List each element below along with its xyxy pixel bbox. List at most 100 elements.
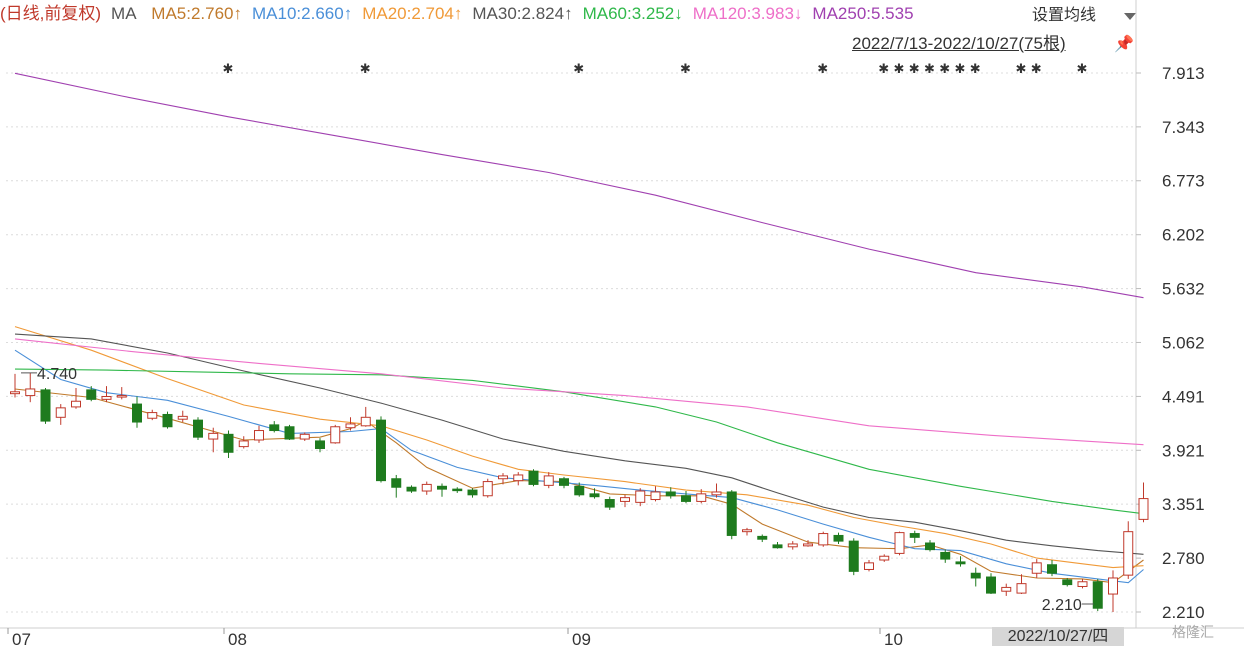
candlestick-chart[interactable]: 7.913 7.343 6.773 6.202 5.632 5.062 4.491 3.921… bbox=[0, 0, 1244, 646]
candle-up bbox=[1077, 581, 1088, 587]
candle-up bbox=[147, 412, 158, 419]
candle-up bbox=[1016, 583, 1027, 594]
candle-down bbox=[86, 389, 97, 400]
y-tick-label: 3.351 bbox=[1162, 495, 1205, 514]
candle-up bbox=[864, 562, 874, 570]
candle-up bbox=[345, 423, 356, 429]
event-marker-icon: ✱ bbox=[1016, 62, 1027, 77]
event-marker-icon: ✱ bbox=[939, 62, 950, 77]
event-marker-icon: ✱ bbox=[909, 62, 920, 77]
annotation-high: 4.740 bbox=[37, 366, 77, 383]
candle-up bbox=[879, 555, 890, 561]
candle-up bbox=[299, 433, 310, 440]
candle-up bbox=[238, 440, 249, 448]
candle-down bbox=[833, 534, 844, 542]
event-marker-icon: ✱ bbox=[924, 62, 935, 77]
candle-up bbox=[421, 483, 432, 492]
ma-line-ma20 bbox=[14, 326, 1144, 569]
candle-down bbox=[406, 486, 417, 492]
y-tick-label: 6.773 bbox=[1162, 172, 1205, 191]
candle-down bbox=[223, 433, 234, 453]
event-marker-icon: ✱ bbox=[360, 62, 371, 77]
candle-down bbox=[452, 488, 463, 492]
candle-up bbox=[25, 388, 36, 397]
candle-down bbox=[391, 478, 402, 488]
candle-up bbox=[71, 400, 81, 408]
candle-up bbox=[116, 395, 127, 398]
candle-down bbox=[909, 533, 920, 538]
y-tick-label: 5.632 bbox=[1162, 280, 1205, 299]
y-tick-label: 7.343 bbox=[1162, 118, 1205, 137]
y-tick-label: 7.913 bbox=[1162, 64, 1205, 83]
event-marker-icon: ✱ bbox=[573, 62, 584, 77]
event-marker-icon: ✱ bbox=[955, 62, 966, 77]
ma-line-ma250 bbox=[14, 72, 1144, 299]
ma-line-ma10 bbox=[14, 349, 1144, 584]
candle-up bbox=[1108, 577, 1118, 595]
event-marker-icon: ✱ bbox=[894, 62, 905, 77]
candle-down bbox=[376, 419, 386, 482]
candle-down bbox=[528, 470, 539, 485]
candle-up bbox=[742, 529, 752, 533]
candle-up bbox=[1031, 562, 1042, 574]
candle-down bbox=[193, 419, 203, 438]
candle-down bbox=[1047, 564, 1057, 574]
candle-down bbox=[665, 491, 676, 497]
candle-up bbox=[650, 491, 661, 501]
watermark-logo: 格隆汇 bbox=[1172, 624, 1214, 640]
candle-up bbox=[177, 415, 188, 420]
candle-down bbox=[132, 403, 142, 423]
candle-down bbox=[925, 542, 935, 551]
candle-up bbox=[894, 532, 905, 554]
crosshair-date-label: 2022/10/27/四 bbox=[992, 627, 1124, 646]
candle-down bbox=[604, 499, 615, 508]
x-tick-label: 10 bbox=[884, 630, 903, 646]
candle-up bbox=[696, 493, 707, 502]
candle-up bbox=[803, 543, 813, 547]
candle-down bbox=[1062, 579, 1073, 586]
candle-up bbox=[55, 407, 66, 418]
candle-down bbox=[559, 478, 569, 486]
candle-up bbox=[1001, 586, 1012, 592]
candle-down bbox=[269, 424, 280, 432]
event-marker-icon: ✱ bbox=[817, 62, 828, 77]
ma-line-ma30 bbox=[14, 333, 1144, 555]
candle-down bbox=[757, 535, 768, 540]
candle-up bbox=[330, 426, 341, 444]
candle-down bbox=[574, 485, 585, 496]
x-tick-label: 09 bbox=[572, 630, 591, 646]
candle-down bbox=[467, 489, 478, 496]
x-tick-label: 08 bbox=[228, 630, 247, 646]
candle-up bbox=[498, 475, 508, 480]
y-tick-label: 3.921 bbox=[1162, 441, 1205, 460]
event-marker-icon: ✱ bbox=[970, 62, 981, 77]
candle-up bbox=[254, 430, 264, 441]
candle-down bbox=[681, 495, 691, 502]
event-marker-icon: ✱ bbox=[223, 62, 234, 77]
candle-up bbox=[818, 533, 829, 546]
event-marker-icon: ✱ bbox=[680, 62, 691, 77]
candle-up bbox=[360, 416, 371, 427]
event-marker-icon: ✱ bbox=[1031, 62, 1042, 77]
candle-down bbox=[589, 493, 600, 498]
y-tick-label: 5.062 bbox=[1162, 333, 1205, 352]
candle-down bbox=[726, 491, 737, 536]
candle-down bbox=[40, 389, 51, 422]
event-marker-icon: ✱ bbox=[878, 62, 889, 77]
candle-down bbox=[772, 544, 783, 549]
candle-up bbox=[10, 391, 20, 395]
ma-line-ma120 bbox=[14, 338, 1144, 446]
candle-up bbox=[513, 474, 524, 482]
event-marker-icon: ✱ bbox=[1077, 62, 1088, 77]
candle-down bbox=[970, 572, 981, 579]
candle-up bbox=[482, 481, 493, 497]
candle-up bbox=[787, 543, 798, 548]
candle-down bbox=[986, 576, 996, 594]
y-tick-label: 6.202 bbox=[1162, 226, 1205, 245]
candle-up bbox=[1123, 531, 1134, 576]
candle-down bbox=[1092, 581, 1103, 609]
candle-up bbox=[620, 497, 630, 502]
candle-down bbox=[940, 551, 951, 560]
candle-up bbox=[208, 432, 219, 440]
candle-down bbox=[315, 440, 325, 449]
